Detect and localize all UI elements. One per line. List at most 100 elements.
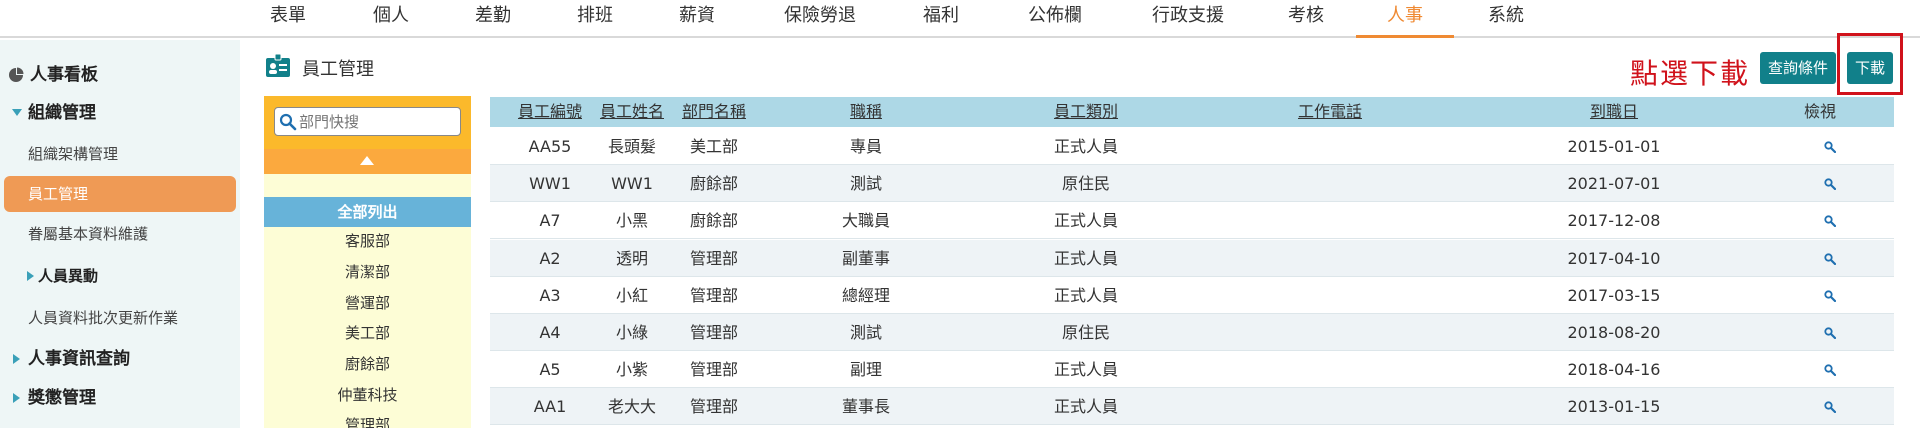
column-header-employee-name[interactable]: 員工姓名 [592,97,672,127]
sidebar-item-org-management[interactable]: 組織管理 [0,100,240,126]
department-panel-header [264,96,471,174]
department-item[interactable]: 仲董科技 [264,384,471,405]
sidebar-item-personnel-changes[interactable]: 人員異動 [0,264,240,288]
sidebar-item-org-structure[interactable]: 組織架構管理 [0,142,240,166]
sidebar-item-label: 人員異動 [38,267,99,285]
sidebar-item-batch-update[interactable]: 人員資料批次更新作業 [0,306,240,330]
sidebar-item-label: 人員資料批次更新作業 [28,309,179,327]
cell-hire-date: 2018-08-20 [1567,323,1661,342]
cell-job-title: 副董事 [841,248,890,268]
sidebar-item-label: 獎懲管理 [28,388,96,408]
cell-hire-date: 2021-07-01 [1567,174,1661,194]
caret-down-icon [12,109,22,116]
cell-hire-date: 2015-01-01 [1567,137,1661,156]
nav-item-system[interactable]: 系統 [1480,0,1532,38]
sidebar-item-employee-management[interactable]: 員工管理 [4,176,236,212]
annotation-highlight-box [1837,33,1903,95]
nav-item-personal[interactable]: 個人 [365,0,417,38]
department-search-input[interactable] [299,111,457,133]
column-header-hire-date[interactable]: 到職日 [1574,97,1654,127]
query-conditions-button[interactable]: 查詢條件 [1760,52,1836,84]
sidebar-item-rewards-penalties[interactable]: 獎懲管理 [0,385,240,411]
view-magnifier-icon[interactable] [1824,364,1836,377]
view-magnifier-icon[interactable] [1824,141,1836,153]
cell-department: 管理部 [689,285,738,305]
cell-employee-type: 正式人員 [1053,248,1118,268]
department-item[interactable]: 廚餘部 [264,353,471,374]
department-item[interactable]: 營運部 [264,292,471,313]
nav-item-admin-support[interactable]: 行政支援 [1140,0,1236,38]
cell-department: 廚餘部 [689,174,738,194]
caret-up-icon [360,156,374,165]
caret-right-icon [27,271,34,281]
cell-employee-type: 正式人員 [1053,137,1118,156]
department-item[interactable]: 清潔部 [264,261,471,282]
view-magnifier-icon[interactable] [1824,178,1836,191]
cell-employee-type: 正式人員 [1053,360,1118,380]
page-title: 員工管理 [302,59,374,80]
department-item[interactable]: 客服部 [264,230,471,251]
sidebar-item-personnel-query[interactable]: 人事資訊查詢 [0,346,240,372]
nav-item-assessment[interactable]: 考核 [1280,0,1332,38]
table-row: AA1 老大大 管理部 董事長 正式人員 2013-01-15 [490,388,1894,426]
cell-work-phone [1280,240,1380,277]
cell-hire-date: 2018-04-16 [1567,360,1661,380]
cell-department: 管理部 [689,323,738,342]
nav-item-attendance[interactable]: 差勤 [467,0,519,38]
table-row: WW1 WW1 廚餘部 測試 原住民 2021-07-01 [490,165,1894,203]
view-magnifier-icon[interactable] [1824,401,1836,414]
view-magnifier-icon[interactable] [1824,290,1836,302]
sidebar: 人事看板 組織管理 組織架構管理 員工管理 眷屬基本資料維護 人員異動 人員資料… [0,40,240,428]
column-header-work-phone[interactable]: 工作電話 [1290,97,1370,127]
list-all-departments[interactable]: 全部列出 [264,197,471,227]
sidebar-item-personnel-board[interactable]: 人事看板 [0,62,240,88]
cell-hire-date: 2017-04-10 [1567,248,1661,268]
view-magnifier-icon[interactable] [1824,215,1836,228]
column-header-department[interactable]: 部門名稱 [674,97,754,127]
view-magnifier-icon[interactable] [1824,327,1836,339]
cell-work-phone [1280,351,1380,388]
cell-work-phone [1280,388,1380,425]
nav-item-insurance[interactable]: 保險勞退 [772,0,868,38]
cell-employee-type: 正式人員 [1053,211,1118,231]
nav-item-salary[interactable]: 薪資 [671,0,723,38]
department-item[interactable]: 管理部 [264,414,471,428]
caret-right-icon [13,393,20,403]
table-row: A7 小黑 廚餘部 大職員 正式人員 2017-12-08 [490,202,1894,240]
cell-employee-name: 透明 [615,248,648,268]
collapse-toggle[interactable] [264,149,471,174]
pie-chart-icon [9,67,24,82]
nav-item-welfare[interactable]: 福利 [915,0,967,38]
column-header-employee-type[interactable]: 員工類別 [1046,97,1126,127]
nav-item-forms[interactable]: 表單 [262,0,314,38]
cell-employee-type: 正式人員 [1053,397,1118,417]
department-item[interactable]: 美工部 [264,322,471,343]
cell-hire-date: 2017-12-08 [1567,211,1661,231]
cell-employee-name: 小紫 [615,360,648,380]
sidebar-item-label: 人事看板 [30,65,98,85]
nav-item-personnel[interactable]: 人事 [1356,0,1454,38]
table-row: A2 透明 管理部 副董事 正式人員 2017-04-10 [490,239,1894,277]
table-row: A5 小紫 管理部 副理 正式人員 2018-04-16 [490,351,1894,389]
sidebar-item-dependents[interactable]: 眷屬基本資料維護 [0,222,240,246]
cell-employee-name: 老大大 [607,397,656,417]
employee-table-header: 員工編號 員工姓名 部門名稱 職稱 員工類別 工作電話 到職日 檢視 [490,97,1894,127]
column-header-employee-id[interactable]: 員工編號 [510,97,590,127]
cell-employee-type: 原住民 [1061,174,1110,194]
nav-item-scheduling[interactable]: 排班 [569,0,621,38]
cell-employee-name: WW1 [611,174,653,194]
table-row: AA55 長頭髮 美工部 專員 正式人員 2015-01-01 [490,128,1894,165]
annotation-text: 點選下載 [1630,57,1751,90]
column-header-job-title[interactable]: 職稱 [826,97,906,127]
cell-department: 管理部 [689,360,738,380]
cell-employee-name: 小黑 [615,211,648,231]
table-row: A4 小綠 管理部 測試 原住民 2018-08-20 [490,314,1894,351]
view-magnifier-icon[interactable] [1824,252,1836,265]
caret-right-icon [13,354,20,364]
nav-item-bulletin[interactable]: 公佈欄 [1018,0,1092,38]
cell-job-title: 測試 [849,174,882,194]
cell-work-phone [1280,165,1380,202]
column-header-view: 檢視 [1803,102,1836,121]
cell-department: 管理部 [689,248,738,268]
sidebar-item-label: 員工管理 [28,185,89,203]
